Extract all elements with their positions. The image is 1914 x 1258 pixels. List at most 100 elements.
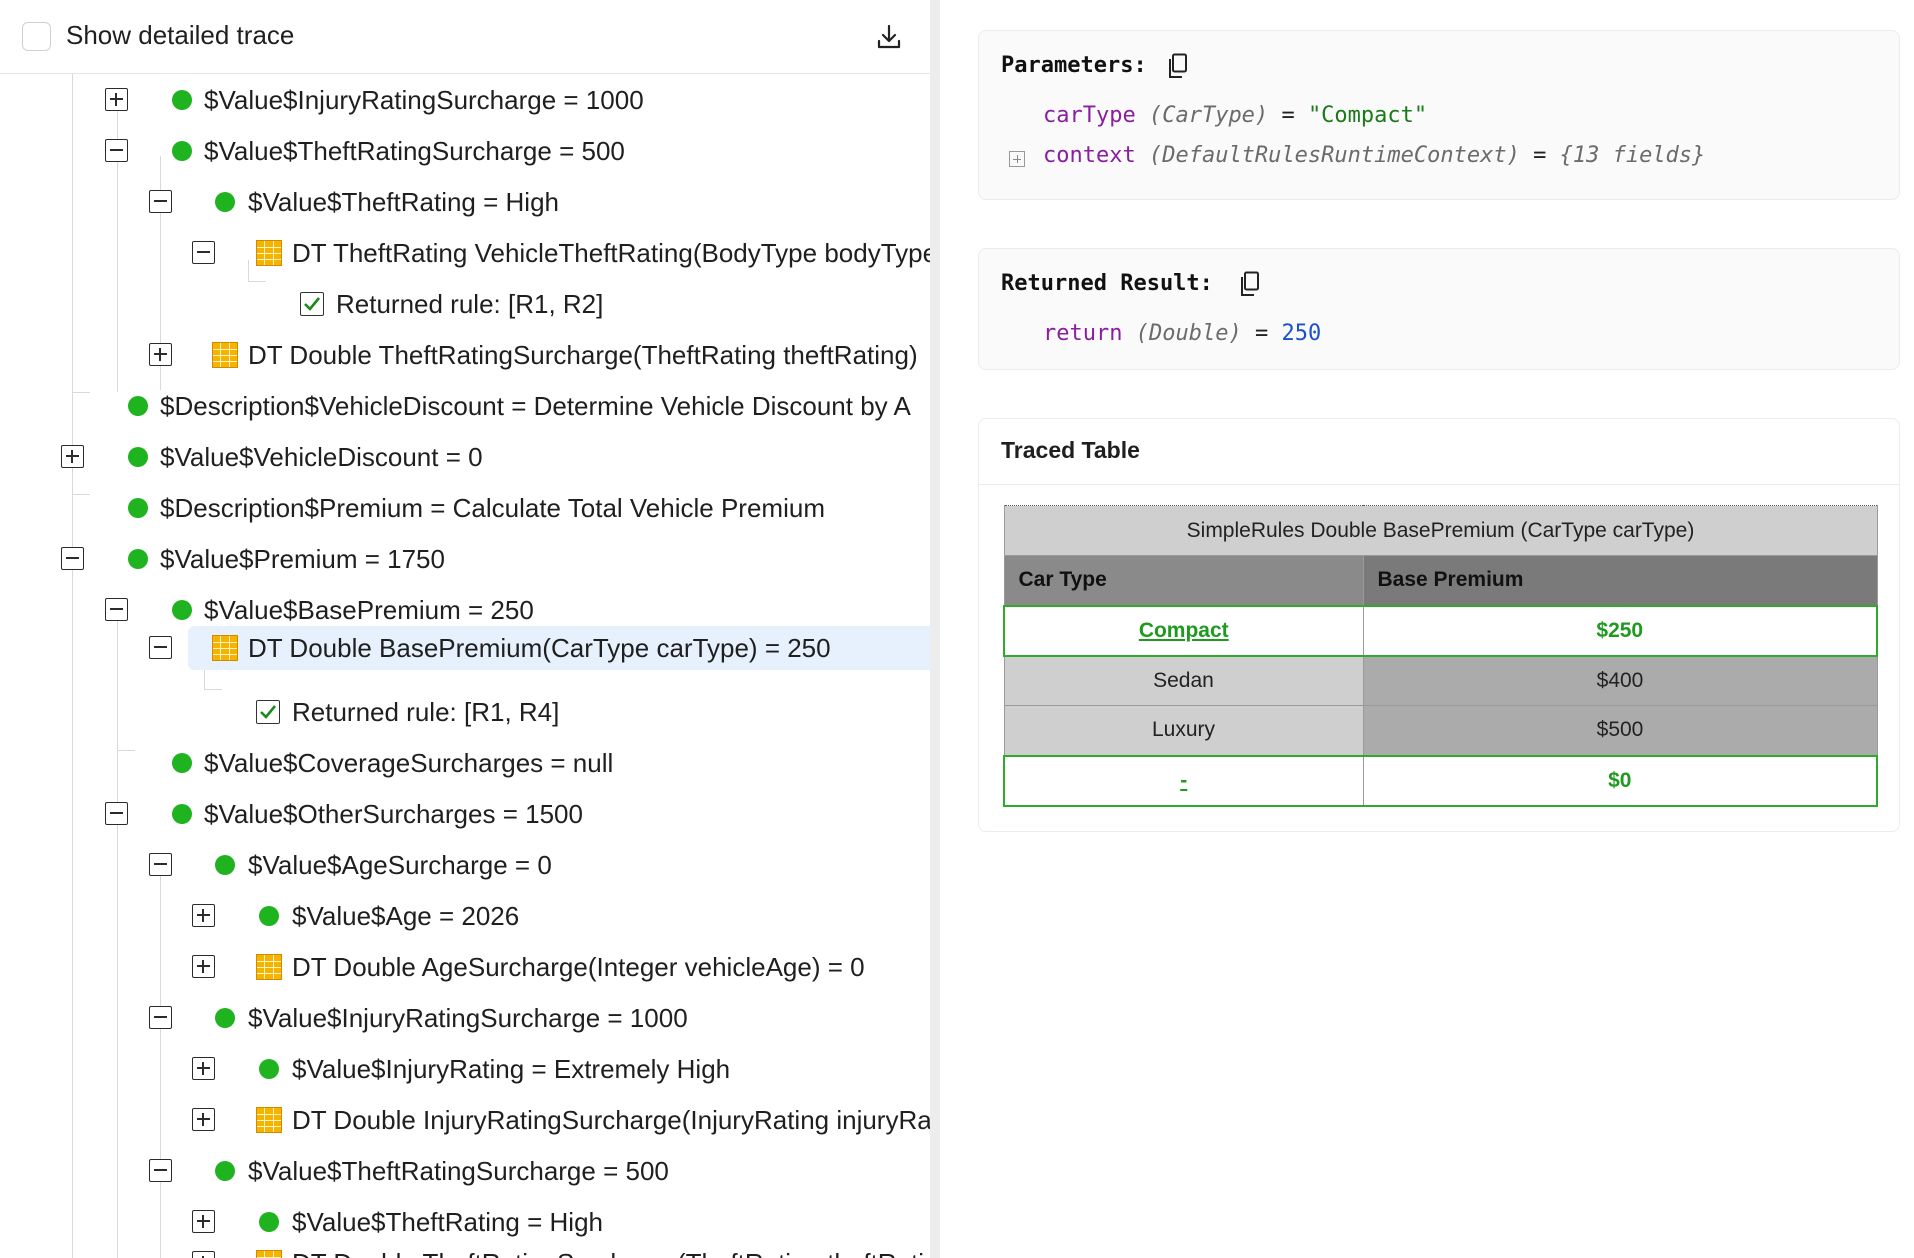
expand-icon[interactable] [1009,151,1025,167]
tree-row[interactable]: Returned rule: [R1, R2] [0,282,930,326]
tree-row-label: Returned rule: [R1, R2] [336,289,604,319]
param-line: context (DefaultRulesRuntimeContext) = {… [1043,143,1705,168]
decision-table-icon [256,240,282,266]
expand-icon[interactable] [192,904,215,927]
copy-icon[interactable] [1239,271,1261,297]
tree-row-label: DT Double BasePremium(CarType carType) =… [248,633,831,663]
param-value: "Compact" [1307,103,1428,128]
tree-row[interactable]: DT Double InjuryRatingSurcharge(InjuryRa… [0,1098,930,1142]
tree-row[interactable]: Returned rule: [R1, R4] [0,690,930,734]
success-dot-icon [215,855,235,875]
decision-table-icon [212,342,238,368]
collapse-icon[interactable] [105,802,128,825]
tree-guide-line [204,668,205,690]
expand-icon[interactable] [192,1108,215,1131]
success-dot-icon [128,396,148,416]
tree-row[interactable]: DT Double TheftRatingSurcharge(TheftRati… [0,1241,930,1258]
success-dot-icon [128,549,148,569]
table-cell: $500 [1362,705,1878,756]
tree-row-label: $Value$Age = 2026 [292,901,520,931]
tree-row[interactable]: DT Double BasePremium(CarType carType) =… [0,626,930,670]
download-icon[interactable] [874,22,904,52]
success-dot-icon [128,447,148,467]
tree-row-label: $Description$Premium = Calculate Total V… [160,493,825,523]
tree-row[interactable]: DT TheftRating VehicleTheftRating(BodyTy… [0,231,930,275]
tree-row-label: $Value$InjuryRating = Extremely High [292,1054,731,1084]
tree-row-label: $Value$OtherSurcharges = 1500 [204,799,583,829]
show-trace-checkbox[interactable] [22,22,51,51]
table-cell: $400 [1362,655,1878,706]
tree-row-label: DT Double InjuryRatingSurcharge(InjuryRa… [292,1105,930,1135]
param-eq: = [1533,143,1547,168]
tree-row-label: $Value$TheftRating = High [292,1207,603,1237]
tree-row[interactable]: $Value$TheftRating = High [0,1200,930,1244]
success-dot-icon [259,1212,279,1232]
table-cell-link[interactable]: Compact [1003,604,1364,657]
collapse-icon[interactable] [61,547,84,570]
tree-row-label: $Value$AgeSurcharge = 0 [248,850,552,880]
success-dot-icon [172,600,192,620]
copy-icon[interactable] [1167,53,1189,79]
tree-row-label: $Value$InjuryRatingSurcharge = 1000 [248,1003,688,1033]
tree-row[interactable]: $Value$Age = 2026 [0,894,930,938]
result-card: Returned Result: return (Double) = 250 [978,248,1900,370]
traced-table-title: Traced Table [1001,437,1140,463]
param-name: context [1043,143,1136,168]
tree-row[interactable]: $Value$TheftRatingSurcharge = 500 [0,129,930,173]
tree-row[interactable]: DT Double TheftRatingSurcharge(TheftRati… [0,333,930,377]
success-dot-icon [259,1059,279,1079]
expand-icon[interactable] [105,88,128,111]
tree-row[interactable]: $Description$VehicleDiscount = Determine… [0,384,930,428]
table-cell-link[interactable]: - [1003,754,1364,807]
tree-row[interactable]: $Value$Premium = 1750 [0,537,930,581]
result-value: 250 [1281,321,1322,346]
tree-row[interactable]: $Value$OtherSurcharges = 1500 [0,792,930,836]
tree-row[interactable]: $Value$TheftRatingSurcharge = 500 [0,1149,930,1193]
collapse-icon[interactable] [149,1159,172,1182]
tree-row[interactable]: $Value$TheftRating = High [0,180,930,224]
parameters-title: Parameters: [1001,53,1147,78]
collapse-icon[interactable] [105,598,128,621]
expand-icon[interactable] [192,1210,215,1233]
tree-row-label: DT Double TheftRatingSurcharge(TheftRati… [292,1241,924,1258]
tree-row[interactable]: DT Double AgeSurcharge(Integer vehicleAg… [0,945,930,989]
tree-row[interactable]: $Value$CoverageSurcharges = null [0,741,930,785]
tree-row-label: $Description$VehicleDiscount = Determine… [160,391,911,421]
table-cell: $0 [1362,754,1878,807]
pane-splitter[interactable] [930,0,940,1258]
param-type: (CarType) [1148,103,1269,128]
tree-row[interactable]: $Value$InjuryRatingSurcharge = 1000 [0,78,930,122]
collapse-icon[interactable] [149,1006,172,1029]
tree-row-label: $Value$TheftRating = High [248,187,559,217]
expand-icon[interactable] [61,445,84,468]
tree-row[interactable]: $Value$AgeSurcharge = 0 [0,843,930,887]
success-dot-icon [259,906,279,926]
trace-tree-pane: Show detailed trace $Value$InjuryRatingS… [0,0,930,1258]
tree-row[interactable]: $Value$InjuryRating = Extremely High [0,1047,930,1091]
table-row: Sedan $400 [1003,655,1878,706]
expand-icon[interactable] [192,1057,215,1080]
decision-table-icon [256,1250,282,1258]
table-cell: Sedan [1003,655,1364,706]
expand-icon[interactable] [149,343,172,366]
table-row: - $0 [1003,754,1878,807]
trace-tree: $Value$InjuryRatingSurcharge = 1000 $Val… [0,74,930,1258]
success-dot-icon [172,90,192,110]
expand-icon[interactable] [192,955,215,978]
success-dot-icon [215,1008,235,1028]
tree-row-label: $Value$TheftRatingSurcharge = 500 [248,1156,669,1186]
collapse-icon[interactable] [149,190,172,213]
param-line: carType (CarType) = "Compact" [1043,103,1427,128]
expand-icon[interactable] [192,1251,215,1258]
param-type: (DefaultRulesRuntimeContext) [1148,143,1520,168]
show-trace-label: Show detailed trace [66,20,295,50]
collapse-icon[interactable] [192,241,215,264]
success-dot-icon [128,498,148,518]
collapse-icon[interactable] [105,139,128,162]
tree-row[interactable]: $Value$VehicleDiscount = 0 [0,435,930,479]
collapse-icon[interactable] [149,636,172,659]
tree-row[interactable]: $Description$Premium = Calculate Total V… [0,486,930,530]
collapse-icon[interactable] [149,853,172,876]
tree-row[interactable]: $Value$InjuryRatingSurcharge = 1000 [0,996,930,1040]
result-title: Returned Result: [1001,271,1213,296]
